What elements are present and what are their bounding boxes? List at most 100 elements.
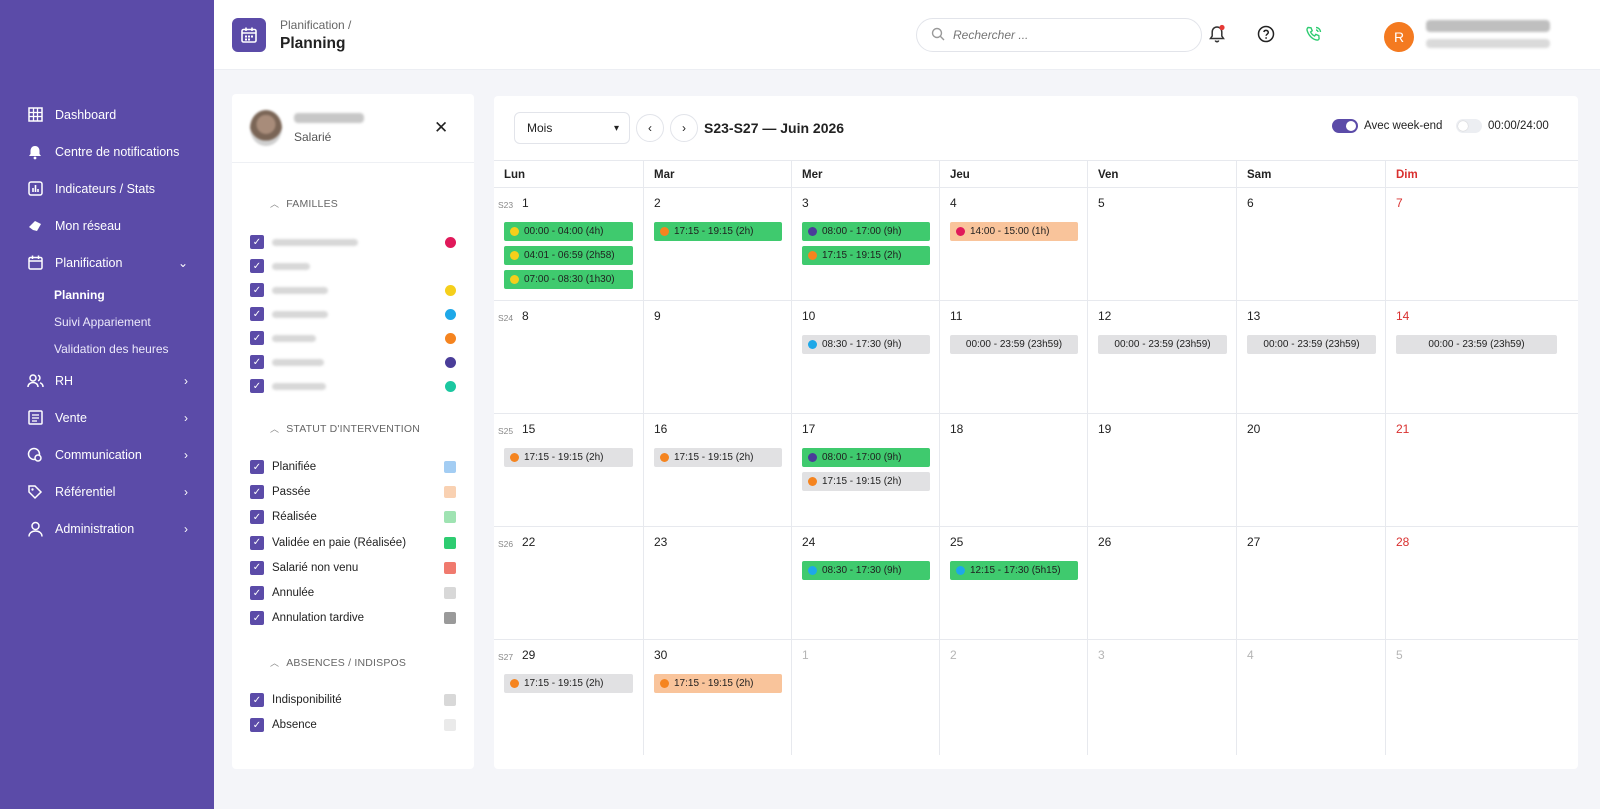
checkbox[interactable]: ✓ — [250, 331, 264, 345]
day-cell[interactable]: S26 22 — [494, 527, 643, 639]
day-cell[interactable]: 1 — [791, 640, 939, 755]
sidebar-item-notifications[interactable]: Centre de notifications — [0, 133, 214, 170]
day-cell[interactable]: S25 15 17:15 - 19:15 (2h) — [494, 414, 643, 526]
checkbox[interactable]: ✓ — [250, 307, 264, 321]
section-toggle-familles[interactable]: ︿ FAMILLES — [270, 197, 338, 210]
phone-button[interactable] — [1303, 24, 1325, 46]
sidebar-subitem-validation-heures[interactable]: Validation des heures — [0, 335, 214, 362]
calendar-event[interactable]: 14:00 - 15:00 (1h) — [950, 222, 1078, 241]
day-cell[interactable]: 11 00:00 - 23:59 (23h59) — [939, 301, 1087, 413]
checkbox[interactable]: ✓ — [250, 485, 264, 500]
prev-button[interactable]: ‹ — [636, 114, 664, 142]
absence-filter-row[interactable]: ✓ Indisponibilité — [250, 691, 456, 709]
checkbox[interactable]: ✓ — [250, 355, 264, 369]
breadcrumb[interactable]: Planification / — [280, 18, 351, 32]
day-cell[interactable]: 5 — [1087, 188, 1236, 300]
sidebar-item-communication[interactable]: Communication › — [0, 436, 214, 473]
family-filter-row[interactable]: ✓ — [250, 257, 456, 275]
day-cell[interactable]: S23 1 00:00 - 04:00 (4h) 04:01 - 06:59 (2h5… — [494, 188, 643, 300]
absence-filter-row[interactable]: ✓ Absence — [250, 716, 456, 734]
day-cell[interactable]: 3 — [1087, 640, 1236, 755]
status-filter-row[interactable]: ✓ Annulée — [250, 584, 456, 602]
calendar-event[interactable]: 17:15 - 19:15 (2h) — [504, 448, 633, 467]
day-cell[interactable]: 2 — [939, 640, 1087, 755]
close-icon[interactable]: ✕ — [434, 118, 448, 138]
calendar-event[interactable]: 00:00 - 23:59 (23h59) — [1098, 335, 1227, 354]
day-cell[interactable]: 7 — [1385, 188, 1578, 300]
sidebar-item-rh[interactable]: RH › — [0, 362, 214, 399]
view-mode-select[interactable]: Mois ▾ — [514, 112, 630, 144]
checkbox[interactable]: ✓ — [250, 586, 264, 600]
calendar-event[interactable]: 08:30 - 17:30 (9h) — [802, 561, 930, 580]
status-filter-row[interactable]: ✓ Annulation tardive — [250, 609, 456, 627]
day-cell[interactable]: S27 29 17:15 - 19:15 (2h) — [494, 640, 643, 755]
day-cell[interactable]: 28 — [1385, 527, 1578, 639]
checkbox[interactable]: ✓ — [250, 379, 264, 393]
sidebar-subitem-suivi-appariement[interactable]: Suivi Appariement — [0, 308, 214, 335]
avatar[interactable]: R — [1384, 22, 1414, 52]
day-cell[interactable]: 17 08:00 - 17:00 (9h) 17:15 - 19:15 (2h) — [791, 414, 939, 526]
calendar-event[interactable]: 04:01 - 06:59 (2h58) — [504, 246, 633, 265]
calendar-event[interactable]: 00:00 - 23:59 (23h59) — [950, 335, 1078, 354]
sidebar-item-network[interactable]: Mon réseau — [0, 207, 214, 244]
family-filter-row[interactable]: ✓ — [250, 281, 456, 299]
calendar-event[interactable]: 17:15 - 19:15 (2h) — [504, 674, 633, 693]
day-cell[interactable]: 18 — [939, 414, 1087, 526]
sidebar-item-administration[interactable]: Administration › — [0, 510, 214, 547]
calendar-event[interactable]: 00:00 - 23:59 (23h59) — [1396, 335, 1557, 354]
calendar-event[interactable]: 17:15 - 19:15 (2h) — [802, 472, 930, 491]
sidebar-subitem-planning[interactable]: Planning — [0, 281, 214, 308]
family-filter-row[interactable]: ✓ — [250, 233, 456, 251]
next-button[interactable]: › — [670, 114, 698, 142]
calendar-event[interactable]: 17:15 - 19:15 (2h) — [802, 246, 930, 265]
notification-bell-button[interactable] — [1206, 24, 1228, 46]
calendar-event[interactable]: 12:15 - 17:30 (5h15) — [950, 561, 1078, 580]
family-filter-row[interactable]: ✓ — [250, 305, 456, 323]
section-toggle-absences[interactable]: ︿ ABSENCES / INDISPOS — [270, 656, 406, 669]
calendar-event[interactable]: 17:15 - 19:15 (2h) — [654, 674, 782, 693]
checkbox[interactable]: ✓ — [250, 235, 264, 249]
status-filter-row[interactable]: ✓ Validée en paie (Réalisée) — [250, 534, 456, 552]
day-cell[interactable]: 9 — [643, 301, 791, 413]
day-cell[interactable]: 19 — [1087, 414, 1236, 526]
calendar-event[interactable]: 08:00 - 17:00 (9h) — [802, 222, 930, 241]
day-cell[interactable]: 23 — [643, 527, 791, 639]
search-box[interactable] — [916, 18, 1202, 52]
checkbox[interactable]: ✓ — [250, 460, 264, 474]
hours-toggle[interactable] — [1456, 119, 1482, 133]
family-filter-row[interactable]: ✓ — [250, 377, 456, 395]
checkbox[interactable]: ✓ — [250, 718, 264, 733]
day-cell[interactable]: S24 8 — [494, 301, 643, 413]
status-filter-row[interactable]: ✓ Réalisée — [250, 508, 456, 526]
day-cell[interactable]: 5 — [1385, 640, 1578, 755]
day-cell[interactable]: 27 — [1236, 527, 1385, 639]
day-cell[interactable]: 2 17:15 - 19:15 (2h) — [643, 188, 791, 300]
help-button[interactable] — [1255, 24, 1277, 46]
day-cell[interactable]: 14 00:00 - 23:59 (23h59) — [1385, 301, 1578, 413]
checkbox[interactable]: ✓ — [250, 283, 264, 297]
calendar-event[interactable]: 07:00 - 08:30 (1h30) — [504, 270, 633, 289]
day-cell[interactable]: 3 08:00 - 17:00 (9h) 17:15 - 19:15 (2h) — [791, 188, 939, 300]
checkbox[interactable]: ✓ — [250, 693, 264, 707]
day-cell[interactable]: 12 00:00 - 23:59 (23h59) — [1087, 301, 1236, 413]
day-cell[interactable]: 16 17:15 - 19:15 (2h) — [643, 414, 791, 526]
family-filter-row[interactable]: ✓ — [250, 329, 456, 347]
calendar-event[interactable]: 08:00 - 17:00 (9h) — [802, 448, 930, 467]
sidebar-item-referentiel[interactable]: Référentiel › — [0, 473, 214, 510]
checkbox[interactable]: ✓ — [250, 611, 264, 626]
sidebar-item-dashboard[interactable]: Dashboard — [0, 96, 214, 133]
sidebar-item-vente[interactable]: Vente › — [0, 399, 214, 436]
calendar-event[interactable]: 08:30 - 17:30 (9h) — [802, 335, 930, 354]
checkbox[interactable]: ✓ — [250, 560, 264, 575]
day-cell[interactable]: 4 — [1236, 640, 1385, 755]
day-cell[interactable]: 24 08:30 - 17:30 (9h) — [791, 527, 939, 639]
day-cell[interactable]: 20 — [1236, 414, 1385, 526]
calendar-event[interactable]: 17:15 - 19:15 (2h) — [654, 222, 782, 241]
family-filter-row[interactable]: ✓ — [250, 353, 456, 371]
day-cell[interactable]: 26 — [1087, 527, 1236, 639]
day-cell[interactable]: 25 12:15 - 17:30 (5h15) — [939, 527, 1087, 639]
section-toggle-statut[interactable]: ︿ STATUT D'INTERVENTION — [270, 422, 420, 435]
search-input[interactable] — [953, 28, 1173, 42]
day-cell[interactable]: 13 00:00 - 23:59 (23h59) — [1236, 301, 1385, 413]
checkbox[interactable]: ✓ — [250, 535, 264, 550]
